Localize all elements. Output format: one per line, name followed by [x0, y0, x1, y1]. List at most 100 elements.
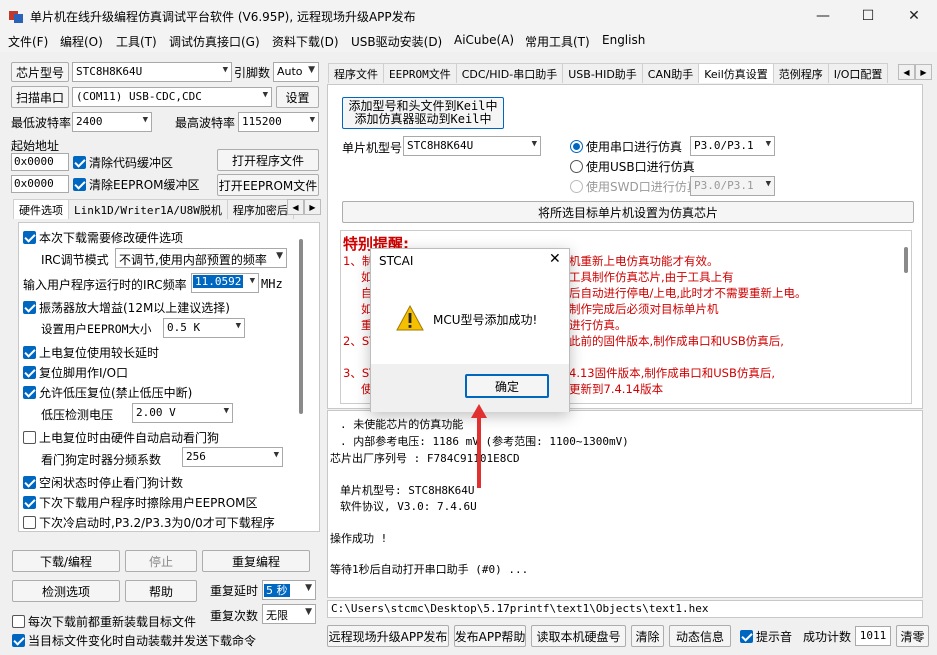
arrow-right-icon[interactable]: ▶	[304, 199, 321, 215]
repeat-delay-select[interactable]: 5 秒 ▼	[262, 580, 316, 600]
irc-freq-select[interactable]: 11.0592 ▼	[191, 273, 259, 293]
radio-disabled-icon	[570, 180, 583, 193]
pin-count-value: Auto	[277, 65, 303, 78]
swd-pins-select[interactable]: P3.0/P3.1 ▼	[690, 176, 775, 196]
menu-english[interactable]: English	[602, 33, 645, 47]
eeprom-size-select[interactable]: 0.5 K ▼	[163, 318, 245, 338]
pin-count-label: 引脚数	[234, 66, 271, 80]
stop-button[interactable]: 停止	[125, 550, 197, 572]
clear-code-checkbox[interactable]: 清除代码缓冲区	[73, 154, 173, 171]
close-window-button[interactable]: ✕	[891, 0, 937, 32]
left-tab-scroll[interactable]: ◀ ▶	[287, 199, 321, 215]
wdt-select[interactable]: 256 ▼	[182, 447, 283, 467]
max-baud-label: 最高波特率	[175, 116, 236, 130]
tab-can[interactable]: CAN助手	[641, 63, 700, 83]
radio-swd-emulation[interactable]: 使用SWD口进行仿真	[570, 178, 699, 195]
tab-cdc-hid[interactable]: CDC/HID-串口助手	[455, 63, 564, 83]
tab-io-config[interactable]: I/O口配置	[827, 63, 889, 83]
remote-upgrade-button[interactable]: 远程现场升级APP发布	[327, 625, 449, 647]
hw-option-erase-eeprom[interactable]: 下次下载用户程序时擦除用户EEPROM区	[23, 494, 258, 511]
mcu-model-select[interactable]: STC8H8K64U ▼	[403, 136, 541, 156]
clear-log-button[interactable]: 清除	[631, 625, 664, 647]
clear-eeprom-checkbox[interactable]: 清除EEPROM缓冲区	[73, 176, 200, 193]
pin-count-select[interactable]: Auto ▼	[273, 62, 319, 82]
checkbox-checked-icon	[23, 231, 36, 244]
tab-hardware-options[interactable]: 硬件选项	[13, 199, 69, 219]
tab-examples[interactable]: 范例程序	[772, 63, 829, 83]
checkbox-checked-icon	[73, 178, 86, 191]
read-disk-id-button[interactable]: 读取本机硬盘号	[531, 625, 626, 647]
hw-option-lvr[interactable]: 允许低压复位(禁止低压中断)	[23, 384, 192, 401]
ok-button[interactable]: 确定	[465, 374, 549, 398]
scan-port-button[interactable]: 扫描串口	[11, 86, 69, 108]
dynamic-info-button[interactable]: 动态信息	[669, 625, 731, 647]
max-baud-select[interactable]: 115200 ▼	[238, 112, 319, 132]
irc-freq-label: 输入用户程序运行时的IRC频率	[23, 278, 187, 292]
hw-option-p32-p33[interactable]: 下次冷启动时,P3.2/P3.3为0/0才可下载程序	[23, 514, 275, 531]
swd-pins-value: P3.0/P3.1	[694, 179, 754, 192]
repeat-delay-label: 重复延时	[210, 584, 259, 598]
irc-mode-select[interactable]: 不调节,使用内部预置的频率 ▼	[115, 248, 287, 268]
irc-unit: MHz	[261, 277, 283, 291]
eeprom-address-input[interactable]: 0x0000	[11, 175, 69, 193]
min-baud-select[interactable]: 2400 ▼	[72, 112, 152, 132]
chip-label-button[interactable]: 芯片型号	[11, 62, 69, 82]
lvd-select[interactable]: 2.00 V ▼	[132, 403, 233, 423]
menu-usb-driver[interactable]: USB驱动安装(D)	[351, 33, 442, 50]
hw-option-reset-io[interactable]: 复位脚用作I/O口	[23, 364, 128, 381]
download-program-button[interactable]: 下载/编程	[12, 550, 120, 572]
hw-option-label: 空闲状态时停止看门狗计数	[39, 476, 184, 490]
reload-each-checkbox[interactable]: 每次下载前都重新装载目标文件	[12, 613, 196, 630]
beep-checkbox[interactable]: 提示音	[740, 628, 792, 645]
menu-tools[interactable]: 工具(T)	[116, 33, 157, 50]
arrow-left-icon[interactable]: ◀	[287, 199, 304, 215]
hw-option-gain[interactable]: 振荡器放大增益(12M以上建议选择)	[23, 299, 230, 316]
open-eeprom-file-button[interactable]: 打开EEPROM文件	[217, 174, 319, 196]
menu-download[interactable]: 资料下载(D)	[272, 33, 339, 50]
arrow-left-icon[interactable]: ◀	[898, 64, 915, 80]
radio-selected-icon	[570, 140, 583, 153]
tab-eeprom-file[interactable]: EEPROM文件	[383, 63, 457, 83]
chip-select[interactable]: STC8H8K64U ▼	[72, 62, 232, 82]
radio-usb-emulation[interactable]: 使用USB口进行仿真	[570, 158, 695, 175]
hw-scrollbar[interactable]	[299, 239, 303, 414]
menu-aicube[interactable]: AiCube(A)	[454, 33, 514, 47]
notice-line-tail: 后自动进行停电/上电,此时才不需要重新上电。	[569, 286, 807, 300]
tab-encrypt[interactable]: 程序加密后	[226, 199, 294, 219]
help-button[interactable]: 帮助	[125, 580, 197, 602]
menu-program[interactable]: 编程(O)	[60, 33, 103, 50]
file-path-field[interactable]: C:\Users\stcmc\Desktop\5.17printf\text1\…	[327, 600, 923, 618]
right-tab-scroll[interactable]: ◀ ▶	[898, 64, 932, 80]
code-address-input[interactable]: 0x0000	[11, 153, 69, 171]
reset-count-button[interactable]: 清零	[896, 625, 929, 647]
settings-button[interactable]: 设置	[276, 86, 319, 108]
tab-program-file[interactable]: 程序文件	[328, 63, 384, 83]
serial-pins-select[interactable]: P3.0/P3.1 ▼	[690, 136, 775, 156]
tab-usb-hid[interactable]: USB-HID助手	[562, 63, 643, 83]
reprogram-button[interactable]: 重复编程	[202, 550, 310, 572]
arrow-right-icon[interactable]: ▶	[915, 64, 932, 80]
open-program-file-button[interactable]: 打开程序文件	[217, 149, 319, 171]
check-options-button[interactable]: 检测选项	[12, 580, 120, 602]
publish-help-button[interactable]: 发布APP帮助	[454, 625, 526, 647]
hw-option-modify[interactable]: 本次下载需要修改硬件选项	[23, 229, 183, 246]
auto-reload-checkbox[interactable]: 当目标文件变化时自动装载并发送下载命令	[12, 632, 256, 649]
hw-option-idle-wdt[interactable]: 空闲状态时停止看门狗计数	[23, 474, 183, 491]
tab-keil-emulation[interactable]: Keil仿真设置	[698, 63, 774, 83]
hw-option-wdt-auto[interactable]: 上电复位时由硬件自动启动看门狗	[23, 429, 219, 446]
maximize-button[interactable]: ☐	[845, 0, 891, 32]
menu-debug[interactable]: 调试仿真接口(G)	[169, 33, 260, 50]
notice-scrollbar[interactable]	[904, 247, 908, 273]
menu-common-tools[interactable]: 常用工具(T)	[525, 33, 590, 50]
repeat-count-select[interactable]: 无限 ▼	[262, 604, 316, 624]
menu-file[interactable]: 文件(F)	[8, 33, 48, 50]
radio-serial-emulation[interactable]: 使用串口进行仿真	[570, 138, 682, 155]
port-select[interactable]: (COM11) USB-CDC,CDC ▼	[72, 87, 272, 107]
dialog-close-icon[interactable]: ✕	[549, 251, 561, 267]
add-to-keil-button[interactable]: 添加型号和头文件到Keil中 添加仿真器驱动到Keil中	[342, 97, 504, 129]
hw-option-long-delay[interactable]: 上电复位使用较长延时	[23, 344, 159, 361]
checkbox-checked-icon	[23, 476, 36, 489]
set-as-emulator-button[interactable]: 将所选目标单片机设置为仿真芯片	[342, 201, 914, 223]
minimize-button[interactable]: —	[800, 0, 846, 32]
tab-offline[interactable]: Link1D/Writer1A/U8W脱机	[68, 199, 228, 219]
